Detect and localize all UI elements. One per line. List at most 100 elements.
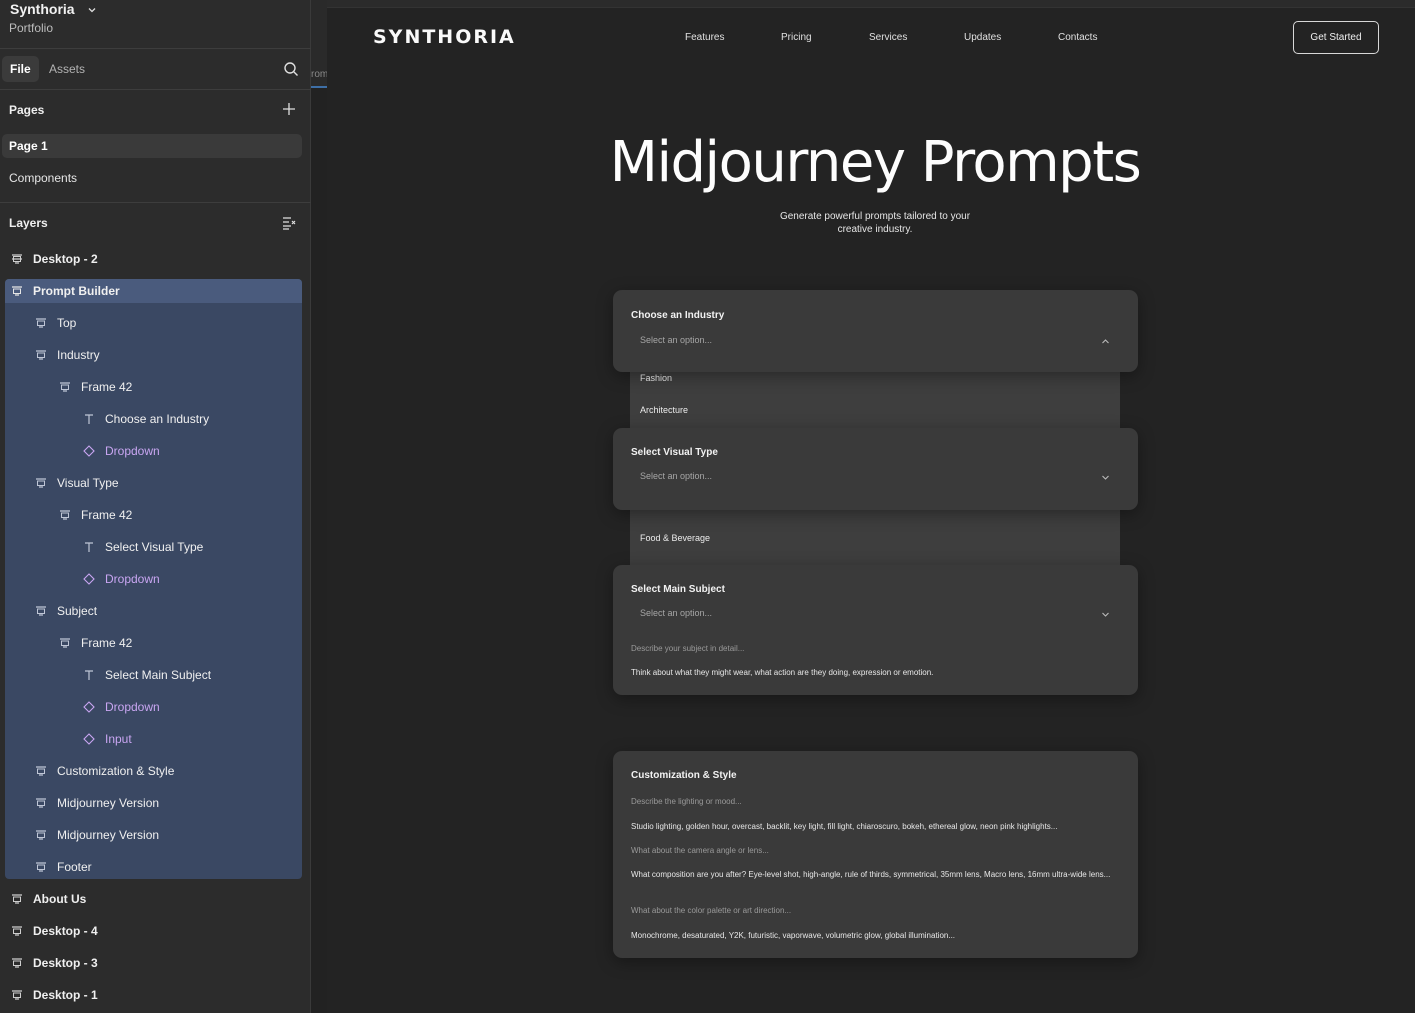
subject-label: Select Main Subject (631, 584, 725, 595)
add-page-icon[interactable] (282, 102, 296, 116)
page-item-page-1[interactable]: Page 1 (2, 134, 302, 158)
divider (0, 202, 311, 203)
layer-dropdown[interactable]: Dropdown (0, 567, 311, 591)
layer-label: About Us (33, 892, 87, 906)
chevron-down-icon (1102, 475, 1109, 480)
layer-label: Industry (57, 348, 100, 362)
layer-label: Frame 42 (81, 380, 133, 394)
layer-desktop-1[interactable]: Desktop - 1 (0, 983, 311, 1007)
project-switcher[interactable]: Synthoria (10, 1, 97, 19)
visual-dropdown-menu: Food & Beverage (630, 500, 1120, 570)
divider (0, 89, 311, 90)
layer-label: Desktop - 1 (33, 988, 98, 1002)
layer-frame-42[interactable]: Frame 42 (0, 375, 311, 399)
canvas-tab-label: rom (311, 69, 327, 80)
nav-updates[interactable]: Updates (964, 32, 1001, 43)
industry-select[interactable]: Select an option... (631, 329, 1120, 353)
layer-label: Frame 42 (81, 636, 133, 650)
frame-icon (36, 798, 46, 808)
layer-label: Input (105, 732, 132, 746)
layer-label: Choose an Industry (105, 412, 210, 426)
layer-select-main-subject[interactable]: Select Main Subject (0, 663, 311, 687)
industry-dropdown-menu: Fashion Architecture (630, 362, 1120, 432)
visual-type-select[interactable]: Select an option... (631, 465, 1120, 489)
subject-card: Select Main Subject Select an option... … (613, 565, 1138, 695)
color-input[interactable]: What about the color palette or art dire… (631, 906, 791, 915)
layer-midjourney-version[interactable]: Midjourney Version (0, 823, 311, 847)
component-instance-icon (83, 701, 95, 713)
frame-icon (12, 990, 22, 1000)
get-started-button[interactable]: Get Started (1293, 21, 1379, 54)
page-subtitle: Generate powerful prompts tailored to yo… (779, 211, 971, 235)
dropdown-option-fashion[interactable]: Fashion (640, 373, 672, 383)
nav-pricing[interactable]: Pricing (781, 32, 812, 43)
layer-industry[interactable]: Industry (0, 343, 311, 367)
component-instance-icon (83, 573, 95, 585)
search-icon[interactable] (283, 61, 299, 77)
layer-label: Desktop - 2 (33, 252, 98, 266)
layer-dropdown[interactable]: Dropdown (0, 439, 311, 463)
frame-icon (36, 350, 46, 360)
frame-icon (36, 766, 46, 776)
layer-dropdown[interactable]: Dropdown (0, 695, 311, 719)
layer-prompt-builder[interactable]: Prompt Builder (5, 279, 302, 303)
layer-select-visual-type[interactable]: Select Visual Type (0, 535, 311, 559)
industry-label: Choose an Industry (631, 310, 725, 321)
nav-services[interactable]: Services (869, 32, 907, 43)
layer-label: Midjourney Version (57, 828, 160, 842)
frame-icon (36, 830, 46, 840)
project-subtitle: Portfolio (9, 21, 54, 35)
camera-text: What composition are you after? Eye-leve… (631, 870, 1111, 879)
layer-top[interactable]: Top (0, 311, 311, 335)
subject-detail-input[interactable]: Describe your subject in detail... (631, 644, 744, 653)
color-text: Monochrome, desaturated, Y2K, futuristic… (631, 931, 956, 940)
component-instance-icon (83, 445, 95, 457)
page-item-components[interactable]: Components (2, 166, 302, 190)
dropdown-option-food-beverage[interactable]: Food & Beverage (640, 533, 710, 543)
dropdown-option-architecture[interactable]: Architecture (640, 405, 688, 415)
industry-placeholder: Select an option... (640, 335, 713, 345)
frame-icon (36, 862, 46, 872)
frame-icon (12, 958, 22, 968)
visual-type-label: Select Visual Type (631, 447, 718, 458)
subject-select[interactable]: Select an option... (631, 602, 1120, 626)
layer-about-us[interactable]: About Us (0, 887, 311, 911)
layer-label: Dropdown (105, 700, 160, 714)
layer-label: Subject (57, 604, 98, 618)
frame-icon (60, 510, 70, 520)
text-icon (85, 414, 93, 424)
layer-customization-style[interactable]: Customization & Style (0, 759, 311, 783)
layer-input[interactable]: Input (0, 727, 311, 751)
layer-midjourney-version[interactable]: Midjourney Version (0, 791, 311, 815)
layer-visual-type[interactable]: Visual Type (0, 471, 311, 495)
pages-title: Pages (9, 103, 45, 117)
layer-desktop-3[interactable]: Desktop - 3 (0, 951, 311, 975)
customization-label: Customization & Style (631, 770, 737, 781)
layer-footer[interactable]: Footer (0, 855, 311, 879)
layer-label: Desktop - 3 (33, 956, 98, 970)
layer-desktop-2[interactable]: Desktop - 2 (0, 247, 311, 271)
tab-file[interactable]: File (2, 56, 39, 82)
frame-icon (60, 638, 70, 648)
project-name: Synthoria (10, 1, 75, 17)
frame-icon (36, 318, 46, 328)
frame-icon (36, 606, 46, 616)
frame-icon (12, 894, 22, 904)
layer-frame-42[interactable]: Frame 42 (0, 503, 311, 527)
layer-frame-42[interactable]: Frame 42 (0, 631, 311, 655)
nav-contacts[interactable]: Contacts (1058, 32, 1097, 43)
collapse-layers-icon[interactable] (282, 216, 296, 230)
canvas-gutter (311, 0, 327, 1013)
lighting-input[interactable]: Describe the lighting or mood... (631, 797, 742, 806)
layer-subject[interactable]: Subject (0, 599, 311, 623)
layer-desktop-4[interactable]: Desktop - 4 (0, 919, 311, 943)
text-icon (85, 542, 93, 552)
layer-choose-an-industry[interactable]: Choose an Industry (0, 407, 311, 431)
page-title: Midjourney Prompts (609, 130, 1142, 195)
site-logo[interactable]: SYNTHORIA (373, 26, 516, 48)
tab-assets[interactable]: Assets (41, 56, 93, 82)
chevron-up-icon (1102, 339, 1109, 344)
subject-detail-text: Think about what they might wear, what a… (631, 668, 934, 677)
camera-input[interactable]: What about the camera angle or lens... (631, 846, 769, 855)
nav-features[interactable]: Features (685, 32, 724, 43)
